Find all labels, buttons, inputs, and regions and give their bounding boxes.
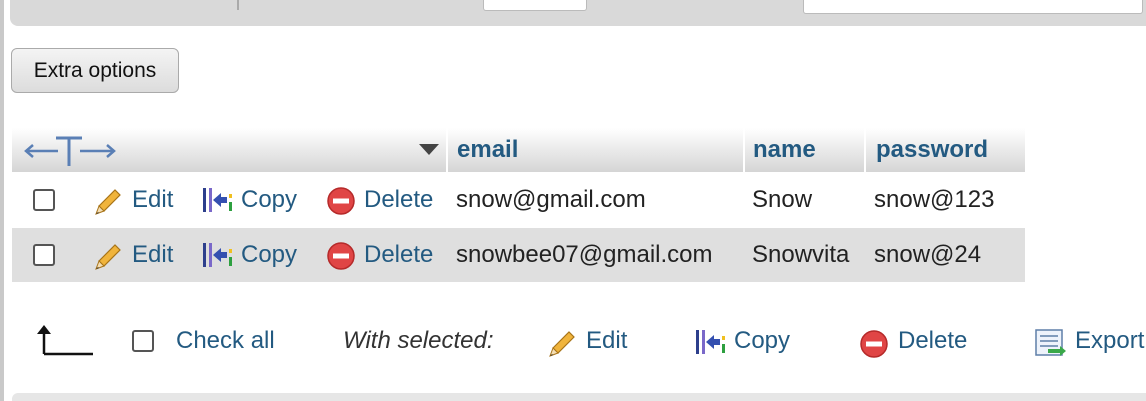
delete-icon: [327, 242, 355, 270]
column-resize-arrows-icon[interactable]: [22, 134, 118, 168]
column-header-name[interactable]: name: [753, 128, 816, 172]
delete-icon: [327, 187, 355, 215]
check-all-checkbox[interactable]: [132, 330, 154, 352]
pencil-icon: [95, 244, 121, 270]
cell-name: Snowvita: [752, 241, 850, 268]
copy-icon: [203, 188, 232, 212]
cell-email: snowbee07@gmail.com: [456, 241, 713, 268]
cell-email: snow@gmail.com: [456, 186, 646, 213]
arrow-up-left-icon: [37, 325, 93, 356]
bulk-copy-link[interactable]: Copy: [734, 326, 790, 356]
extra-options-button[interactable]: Extra options: [11, 48, 179, 93]
filter-input[interactable]: [803, 0, 1143, 14]
copy-icon: [696, 330, 725, 354]
row-delete-link[interactable]: Delete: [364, 240, 433, 270]
bulk-delete-link[interactable]: Delete: [898, 326, 967, 356]
sort-dropdown-icon[interactable]: [418, 143, 440, 157]
bulk-edit-link[interactable]: Edit: [586, 326, 627, 356]
row-edit-link[interactable]: Edit: [132, 185, 173, 215]
bottom-panel: [12, 393, 1146, 401]
column-header-email[interactable]: email: [457, 128, 518, 172]
check-all-label[interactable]: Check all: [176, 326, 275, 356]
with-selected-label: With selected:: [343, 327, 494, 354]
cell-name: Snow: [752, 186, 813, 213]
row-delete-link[interactable]: Delete: [364, 185, 433, 215]
pencil-icon: [549, 331, 575, 357]
copy-icon: [203, 243, 232, 267]
left-border: [0, 0, 4, 401]
export-icon: [1035, 329, 1066, 356]
toolbar-divider: [237, 0, 239, 10]
delete-icon: [860, 330, 888, 358]
bulk-export-link[interactable]: Export: [1075, 326, 1144, 356]
rows-count-input[interactable]: [483, 0, 587, 11]
header-separator: [743, 128, 745, 172]
row-edit-link[interactable]: Edit: [132, 240, 173, 270]
row-copy-link[interactable]: Copy: [241, 240, 297, 270]
cell-password: snow@123: [874, 186, 995, 213]
row-checkbox[interactable]: [33, 189, 55, 211]
table-header: [12, 128, 1025, 172]
header-separator: [864, 128, 866, 172]
column-header-password[interactable]: password: [876, 128, 988, 172]
row-copy-link[interactable]: Copy: [241, 185, 297, 215]
cell-password: snow@24: [874, 241, 982, 268]
row-checkbox[interactable]: [33, 244, 55, 266]
header-separator: [446, 128, 448, 172]
pencil-icon: [95, 189, 121, 215]
